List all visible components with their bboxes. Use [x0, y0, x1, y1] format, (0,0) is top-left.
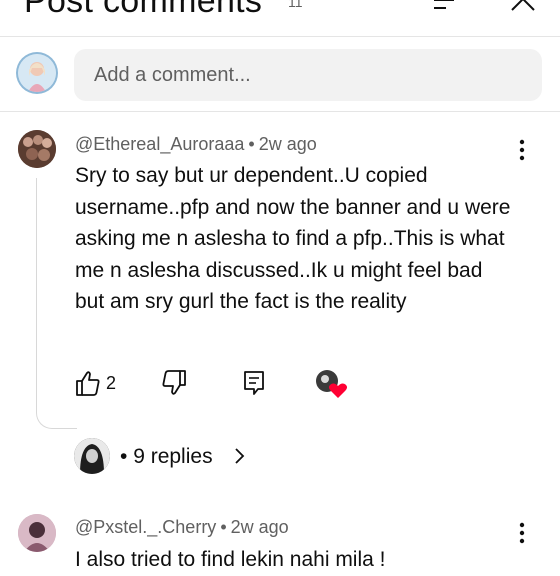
view-replies-button[interactable]: • 9 replies: [74, 436, 274, 476]
comment-author[interactable]: @Pxstel._.Cherry: [75, 517, 216, 537]
add-comment-row: [0, 37, 560, 112]
creator-heart-badge: [314, 368, 350, 398]
comment-time: 2w ago: [258, 134, 317, 154]
like-count: 2: [106, 373, 117, 393]
chevron-right-icon: [235, 448, 245, 464]
more-options-button[interactable]: [510, 137, 534, 163]
comment-item: @Pxstel._.Cherry • 2w ago I also tried to …: [0, 490, 560, 571]
comment-input[interactable]: [74, 49, 542, 101]
avatar[interactable]: [18, 514, 56, 552]
comment-author[interactable]: @Ethereal_Auroraaa: [75, 134, 244, 154]
comment-count: 11: [288, 0, 303, 10]
sort-icon: [434, 0, 454, 9]
comment-meta: @Ethereal_Auroraaa • 2w ago: [75, 134, 317, 154]
thumb-down-icon: [162, 370, 186, 395]
sort-button[interactable]: [428, 0, 468, 16]
replies-label: • 9 replies: [120, 445, 213, 468]
thread-line: [36, 178, 77, 429]
dislike-button[interactable]: [160, 368, 190, 398]
close-icon: [511, 0, 535, 11]
page-title: Post comments: [24, 0, 263, 20]
header: Post comments 11: [0, 0, 560, 37]
reply-button[interactable]: [240, 368, 270, 398]
more-vert-icon: [519, 139, 525, 161]
avatar: [74, 438, 110, 474]
thumb-up-icon: [76, 371, 100, 396]
reply-icon: [244, 371, 264, 395]
more-options-button[interactable]: [510, 520, 534, 546]
more-vert-icon: [519, 522, 525, 544]
comment-item: @Ethereal_Auroraaa • 2w ago Sry to say but…: [0, 112, 560, 488]
avatar: [18, 54, 56, 92]
like-button[interactable]: 2: [74, 368, 134, 398]
avatar[interactable]: [18, 130, 56, 168]
comment-text: Sry to say but ur dependent..U copied us…: [75, 164, 511, 313]
heart-icon: [316, 370, 347, 398]
comment-time: 2w ago: [230, 517, 289, 537]
close-button[interactable]: [506, 0, 540, 14]
comment-meta: @Pxstel._.Cherry • 2w ago: [75, 517, 289, 537]
comment-actions: 2: [74, 368, 374, 400]
